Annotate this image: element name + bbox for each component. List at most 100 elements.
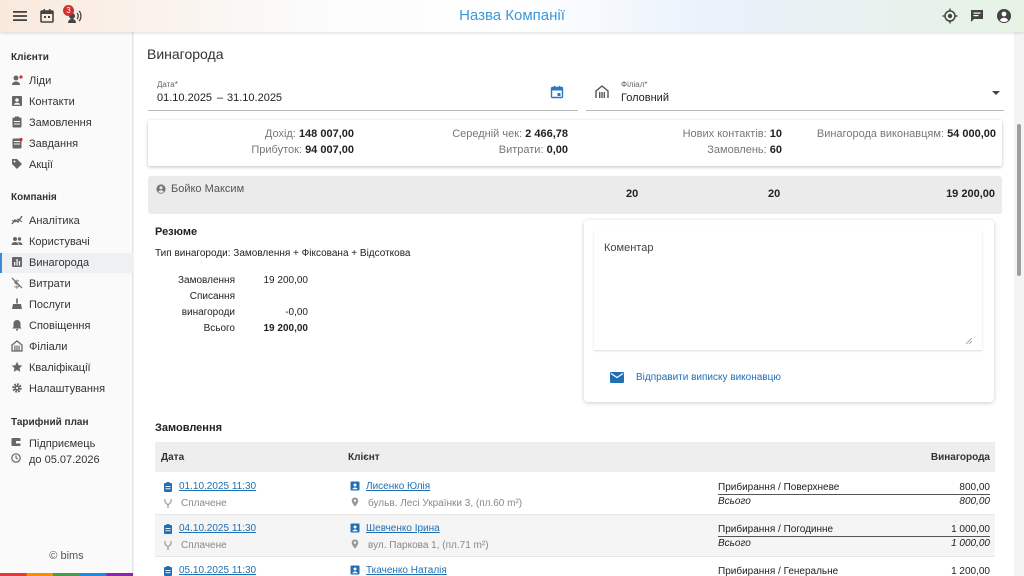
send-statement-button[interactable]: Відправити виписку виконавцю	[636, 372, 781, 383]
summary-writeoff-value: -0,00	[285, 307, 308, 318]
sidebar-item-promotions[interactable]: Акції	[0, 155, 133, 175]
account-icon[interactable]	[996, 8, 1012, 24]
order-date-link[interactable]: 01.10.2025 11:30	[179, 481, 256, 492]
order-icon	[164, 566, 172, 576]
tag-icon	[12, 159, 22, 169]
client-link[interactable]: Ткаченко Наталія	[366, 565, 447, 576]
date-to[interactable]: 31.10.2025	[227, 92, 282, 104]
chart-icon	[12, 257, 22, 267]
sidebar-item-reward[interactable]: Винагорода	[0, 253, 133, 273]
plan-until: до 05.07.2026	[29, 454, 100, 466]
branch-select[interactable]: Головний	[621, 92, 669, 104]
sidebar-item-users[interactable]: Користувачі	[0, 232, 133, 252]
stat-new-contacts: Нових контактів: 10	[682, 128, 782, 140]
summary-total-value: 19 200,00	[263, 323, 309, 334]
sidebar-section-plan: Тарифний план	[11, 417, 89, 428]
service-name: Прибирання / Генеральне	[718, 566, 839, 576]
employee-total: 19 200,00	[946, 188, 995, 200]
reward-type: Тип винагороди: Замовлення + Фіксована +…	[155, 248, 411, 259]
orders-table-header: Дата Клієнт Винагорода	[155, 442, 995, 472]
plan-name: Підприємець	[29, 438, 96, 450]
wallet-icon	[11, 438, 21, 446]
sidebar-item-expenses[interactable]: $ Витрати	[0, 274, 133, 294]
client-card-icon	[350, 565, 360, 575]
resize-handle-icon[interactable]	[966, 338, 972, 344]
row-total-value: 800,00	[959, 496, 990, 507]
row-total-value: 1 000,00	[951, 538, 990, 549]
order-status: Сплачене	[181, 498, 227, 509]
cleaning-icon	[12, 298, 22, 309]
service-amount: 1 000,00	[951, 524, 990, 535]
chat-icon[interactable]	[969, 8, 985, 24]
client-card-icon	[350, 481, 360, 491]
summary-title: Резюме	[155, 226, 198, 238]
chevron-down-icon[interactable]	[991, 89, 1001, 97]
comment-textarea[interactable]: Коментар	[594, 230, 982, 350]
sidebar-item-settings[interactable]: Налаштування	[0, 379, 133, 399]
employee-name: Бойко Максим	[171, 183, 245, 195]
employee-stat-2: 20	[768, 188, 781, 200]
page-title: Винагорода	[147, 46, 224, 62]
scrollbar[interactable]	[1014, 32, 1024, 576]
sidebar-section-clients: Клієнти	[11, 52, 49, 63]
client-link[interactable]: Лисенко Юлія	[366, 481, 430, 492]
row-separator	[718, 536, 990, 537]
scrollbar-thumb[interactable]	[1017, 124, 1021, 276]
order-date-link[interactable]: 05.10.2025 11:30	[179, 565, 256, 576]
date-picker-icon[interactable]	[550, 85, 564, 99]
mail-icon[interactable]	[610, 372, 624, 383]
service-amount: 800,00	[959, 482, 990, 493]
service-name: Прибирання / Погодинне	[718, 524, 834, 535]
date-from[interactable]: 01.10.2025	[157, 92, 212, 104]
branch-icon	[595, 85, 609, 98]
service-name: Прибирання / Поверхневе	[718, 482, 840, 493]
order-icon	[164, 524, 172, 534]
client-address: вул. Паркова 1, (пл.71 m²)	[368, 540, 489, 551]
sidebar-item-leads[interactable]: Ліди	[0, 71, 133, 91]
date-field-label: Дата*	[157, 80, 178, 89]
stat-income: Дохід: 148 007,00	[264, 128, 354, 140]
bell-icon	[12, 320, 22, 331]
sidebar-item-analytics[interactable]: Аналітика	[0, 211, 133, 231]
building-icon	[11, 340, 23, 352]
client-address: бульв. Лесі Українки 3, (пл.60 m²)	[368, 498, 523, 509]
location-pin-icon	[351, 497, 359, 507]
sidebar-item-branches[interactable]: Філіали	[0, 337, 133, 357]
analytics-icon	[11, 215, 23, 225]
table-row: 04.10.2025 11:30 Сплачене Шевченко Ірина…	[155, 515, 995, 557]
order-date-link[interactable]: 04.10.2025 11:30	[179, 523, 256, 534]
contacts-icon	[12, 96, 22, 106]
tasks-icon	[12, 137, 23, 149]
main-content: Винагорода Дата* 01.10.2025 – 31.10.2025…	[134, 32, 1024, 576]
orders-icon	[12, 116, 22, 128]
sidebar-item-qualifications[interactable]: Кваліфікації	[0, 358, 133, 378]
row-separator	[718, 494, 990, 495]
clock-icon	[11, 453, 21, 463]
orders-title: Замовлення	[155, 422, 223, 434]
sidebar-item-contacts[interactable]: Контакти	[0, 92, 133, 112]
summary-total-label: Всього	[203, 323, 235, 334]
table-row: 05.10.2025 11:30 Ткаченко Наталія Прибир…	[155, 557, 995, 576]
col-date[interactable]: Дата	[161, 452, 184, 463]
stat-executor-reward: Винагорода виконавцям: 54 000,00	[816, 128, 996, 140]
payment-status-icon	[164, 541, 172, 550]
gear-icon	[12, 383, 22, 393]
brand-title: Назва Компанії	[459, 7, 565, 24]
client-link[interactable]: Шевченко Ірина	[366, 523, 440, 534]
sidebar-item-notifications[interactable]: Сповіщення	[0, 316, 133, 336]
sidebar-item-tasks[interactable]: Завдання	[0, 134, 133, 154]
top-bar: 3 Назва Компанії	[0, 0, 1024, 32]
order-icon	[164, 482, 172, 492]
col-client[interactable]: Клієнт	[348, 452, 380, 463]
sidebar-item-services[interactable]: Послуги	[0, 295, 133, 315]
col-reward[interactable]: Винагорода	[931, 452, 990, 463]
location-icon[interactable]	[942, 8, 958, 24]
summary-orders-label: Замовлення	[178, 275, 235, 286]
row-total-label: Всього	[718, 538, 751, 549]
service-amount: 1 200,00	[951, 566, 990, 576]
employee-row[interactable]: Бойко Максим 20 20 19 200,00	[148, 176, 1002, 214]
table-row: 01.10.2025 11:30 Сплачене Лисенко Юлія б…	[155, 473, 995, 515]
branch-field-label: Філіал*	[621, 80, 648, 89]
sidebar-item-orders[interactable]: Замовлення	[0, 113, 133, 133]
money-icon: $	[11, 278, 23, 289]
